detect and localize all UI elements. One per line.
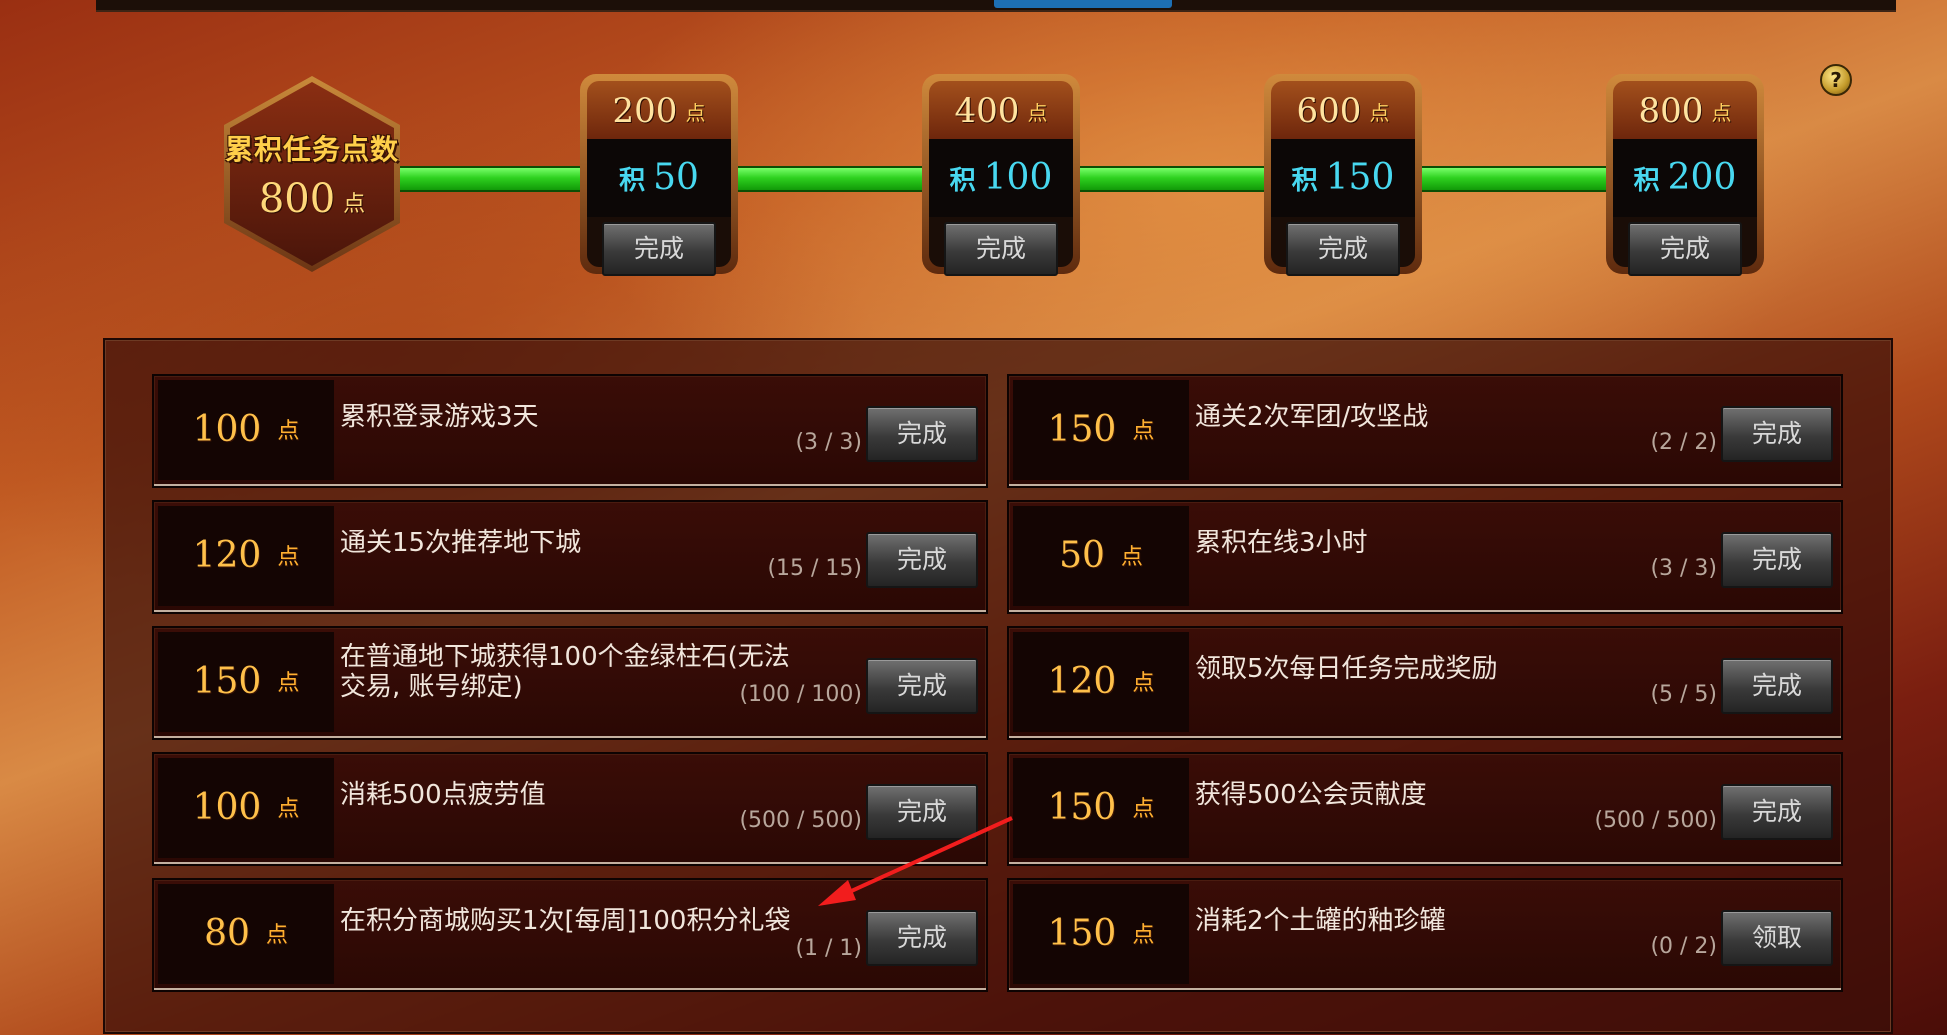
- milestone-reward: 150: [1325, 157, 1395, 198]
- progress-line-3: [1072, 166, 1272, 192]
- task-complete-button[interactable]: 完成: [866, 532, 978, 588]
- milestone-complete-button[interactable]: 完成: [944, 222, 1058, 276]
- task-progress: (5 / 5): [1650, 682, 1717, 707]
- task-complete-button[interactable]: 完成: [1721, 532, 1833, 588]
- active-tab-indicator[interactable]: [994, 0, 1172, 8]
- milestone-2: 400 点 积 100 完成: [922, 74, 1080, 276]
- task-description: 通关2次军团/攻坚战: [1195, 402, 1429, 432]
- task-description: 累积在线3小时: [1195, 528, 1368, 558]
- milestone-reward-prefix: 积: [1291, 166, 1318, 196]
- task-points: 120 点: [192, 535, 300, 576]
- task-item: 150 点 在普通地下城获得100个金绿柱石(无法交易, 账号绑定) (100 /…: [152, 626, 988, 740]
- milestone-3: 600 点 积 150 完成: [1264, 74, 1422, 276]
- total-points-value: 800 点: [258, 176, 366, 222]
- task-complete-button[interactable]: 完成: [866, 658, 978, 714]
- task-progress: (15 / 15): [767, 556, 862, 581]
- task-points: 100 点: [192, 409, 300, 450]
- task-description: 获得500公会贡献度: [1195, 780, 1427, 810]
- task-points: 100 点: [192, 787, 300, 828]
- total-points-badge: [224, 76, 400, 272]
- task-complete-button[interactable]: 完成: [1721, 784, 1833, 840]
- task-progress: (3 / 3): [1650, 556, 1717, 581]
- milestone-points: 400 点: [954, 91, 1048, 131]
- task-progress: (1 / 1): [795, 936, 862, 961]
- task-complete-button[interactable]: 完成: [866, 784, 978, 840]
- task-item: 150 点 获得500公会贡献度 (500 / 500) 完成: [1007, 752, 1843, 866]
- milestone-points: 600 点: [1296, 91, 1390, 131]
- top-bar: [96, 0, 1896, 12]
- milestone-points: 200 点: [612, 91, 706, 131]
- task-points: 150 点: [1047, 913, 1155, 954]
- milestone-reward: 200: [1667, 157, 1737, 198]
- task-points: 150 点: [192, 661, 300, 702]
- task-claim-button[interactable]: 领取: [1721, 910, 1833, 966]
- milestone-reward-prefix: 积: [1633, 166, 1660, 196]
- milestone-complete-button[interactable]: 完成: [1628, 222, 1742, 276]
- task-complete-button[interactable]: 完成: [1721, 406, 1833, 462]
- help-icon[interactable]: ?: [1820, 64, 1852, 96]
- task-description: 通关15次推荐地下城: [340, 528, 582, 558]
- task-points: 50 点: [1059, 535, 1143, 576]
- milestone-reward: 100: [983, 157, 1053, 198]
- task-points: 120 点: [1047, 661, 1155, 702]
- milestone-points: 800 点: [1638, 91, 1732, 131]
- task-complete-button[interactable]: 完成: [866, 910, 978, 966]
- milestone-reward-prefix: 积: [619, 166, 646, 196]
- task-complete-button[interactable]: 完成: [866, 406, 978, 462]
- task-points: 80 点: [204, 913, 288, 954]
- milestone-4: 800 点 积 200 完成: [1606, 74, 1764, 276]
- task-item: 120 点 通关15次推荐地下城 (15 / 15) 完成: [152, 500, 988, 614]
- milestone-reward-prefix: 积: [949, 166, 976, 196]
- task-points: 150 点: [1047, 787, 1155, 828]
- task-description: 在普通地下城获得100个金绿柱石(无法交易, 账号绑定): [340, 642, 790, 702]
- progress-line-1: [390, 166, 590, 192]
- task-progress: (500 / 500): [1594, 808, 1717, 833]
- progress-line-2: [730, 166, 930, 192]
- milestone-1: 200 点 积 50 完成: [580, 74, 738, 276]
- task-description: 消耗500点疲劳值: [340, 780, 546, 810]
- task-description: 消耗2个土罐的釉珍罐: [1195, 906, 1446, 936]
- task-item: 100 点 消耗500点疲劳值 (500 / 500) 完成: [152, 752, 988, 866]
- task-item: 150 点 消耗2个土罐的釉珍罐 (0 / 2) 领取: [1007, 878, 1843, 992]
- task-points: 150 点: [1047, 409, 1155, 450]
- progress-line-4: [1414, 166, 1614, 192]
- task-description: 累积登录游戏3天: [340, 402, 539, 432]
- task-progress: (100 / 100): [739, 682, 862, 707]
- milestone-complete-button[interactable]: 完成: [602, 222, 716, 276]
- point-unit: 点: [343, 192, 366, 217]
- task-item: 100 点 累积登录游戏3天 (3 / 3) 完成: [152, 374, 988, 488]
- total-points-title: 累积任务点数: [224, 133, 399, 166]
- task-item: 120 点 领取5次每日任务完成奖励 (5 / 5) 完成: [1007, 626, 1843, 740]
- milestone-complete-button[interactable]: 完成: [1286, 222, 1400, 276]
- task-progress: (3 / 3): [795, 430, 862, 455]
- task-item: 150 点 通关2次军团/攻坚战 (2 / 2) 完成: [1007, 374, 1843, 488]
- task-progress: (2 / 2): [1650, 430, 1717, 455]
- task-item: 50 点 累积在线3小时 (3 / 3) 完成: [1007, 500, 1843, 614]
- task-item: 80 点 在积分商城购买1次[每周]100积分礼袋 (1 / 1) 完成: [152, 878, 988, 992]
- task-progress: (0 / 2): [1650, 934, 1717, 959]
- task-description: 领取5次每日任务完成奖励: [1195, 654, 1498, 684]
- task-complete-button[interactable]: 完成: [1721, 658, 1833, 714]
- task-progress: (500 / 500): [739, 808, 862, 833]
- milestone-reward: 50: [653, 157, 699, 198]
- task-description: 在积分商城购买1次[每周]100积分礼袋: [340, 906, 791, 936]
